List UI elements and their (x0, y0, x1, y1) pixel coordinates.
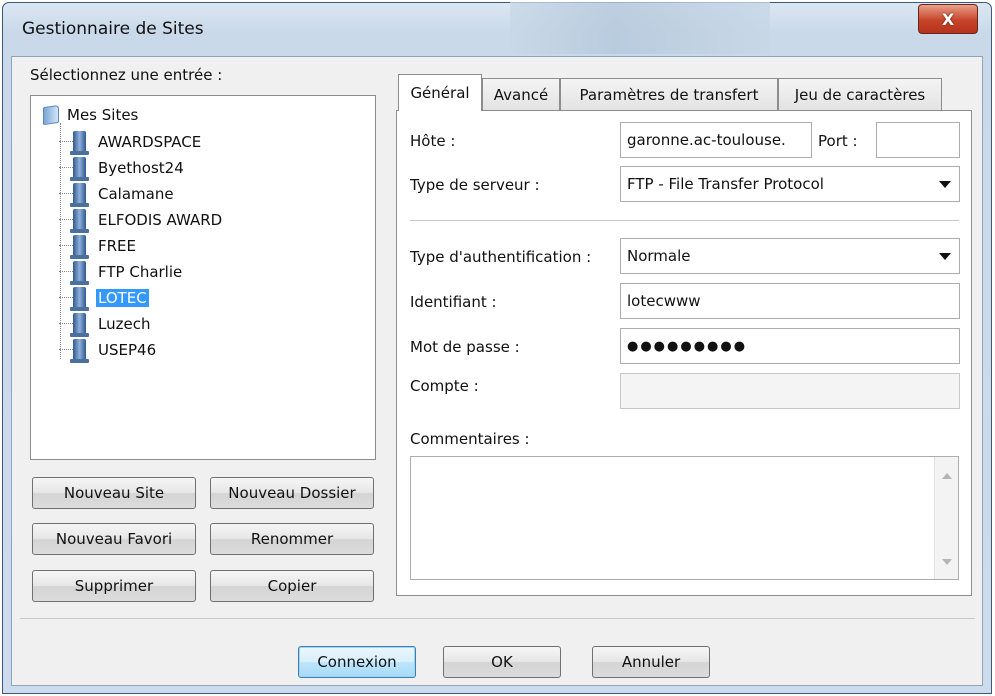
account-input (620, 373, 960, 409)
server-type-value: FTP - File Transfer Protocol (627, 175, 824, 193)
tab-transfer-settings[interactable]: Paramètres de transfert (560, 78, 778, 110)
auth-type-label: Type d'authentification : (410, 248, 592, 266)
username-label: Identifiant : (410, 293, 497, 311)
close-button[interactable]: X (918, 4, 978, 34)
tree-root[interactable]: Mes Sites (43, 104, 140, 126)
rename-button[interactable]: Renommer (210, 523, 374, 555)
scroll-down-icon[interactable] (942, 559, 952, 565)
server-icon (70, 235, 89, 259)
server-type-label: Type de serveur : (410, 176, 540, 194)
tree-item[interactable]: FREE (59, 234, 138, 259)
tree-item[interactable]: LOTEC (59, 286, 149, 311)
tree-item-label[interactable]: AWARDSPACE (96, 133, 203, 151)
tree-item-label[interactable]: Luzech (96, 315, 152, 333)
tree-connector (59, 349, 73, 350)
tree-connector (59, 219, 73, 220)
chevron-down-icon[interactable] (939, 253, 951, 260)
tree-connector (59, 193, 73, 194)
server-icon (70, 157, 89, 181)
tree-item-label[interactable]: Calamane (96, 185, 176, 203)
tree-item[interactable]: USEP46 (59, 338, 158, 363)
password-label: Mot de passe : (410, 338, 520, 356)
auth-type-value: Normale (627, 247, 691, 265)
tree-item-label[interactable]: LOTEC (96, 289, 149, 307)
cancel-button[interactable]: Annuler (592, 646, 710, 678)
host-label: Hôte : (410, 132, 456, 150)
chevron-down-icon[interactable] (939, 181, 951, 188)
tree-item[interactable]: ELFODIS AWARD (59, 208, 224, 233)
password-input[interactable]: ●●●●●●●●● (620, 328, 960, 364)
tab-advanced[interactable]: Avancé (482, 78, 560, 110)
background-window-glimpse (510, 2, 770, 54)
select-entry-label: Sélectionnez une entrée : (30, 66, 223, 84)
tree-item[interactable]: Luzech (59, 312, 152, 337)
tree-item-label[interactable]: USEP46 (96, 341, 158, 359)
server-icon (70, 261, 89, 285)
new-folder-button[interactable]: Nouveau Dossier (210, 477, 374, 509)
server-icon (70, 131, 89, 155)
server-icon (70, 287, 89, 311)
tree-item[interactable]: AWARDSPACE (59, 130, 203, 155)
server-icon (70, 209, 89, 233)
tree-connector (59, 141, 73, 142)
comments-textarea[interactable] (410, 456, 959, 580)
new-bookmark-button[interactable]: Nouveau Favori (32, 523, 196, 555)
scroll-up-icon[interactable] (942, 473, 952, 479)
site-tree[interactable]: Mes Sites AWARDSPACE Byethost24 Calamane EL… (30, 95, 376, 460)
server-icon (70, 183, 89, 207)
tree-connector (59, 167, 73, 168)
tree-connector (59, 297, 73, 298)
tree-connector (59, 245, 73, 246)
tab-general[interactable]: Général (398, 74, 482, 111)
tree-item[interactable]: Calamane (59, 182, 176, 207)
server-icon (70, 339, 89, 363)
window-title: Gestionnaire de Sites (22, 19, 204, 39)
tree-item[interactable]: FTP Charlie (59, 260, 184, 285)
account-label: Compte : (410, 377, 479, 395)
ok-button[interactable]: OK (443, 646, 561, 678)
auth-type-select[interactable]: Normale (620, 238, 960, 274)
tree-connector (59, 271, 73, 272)
comments-label: Commentaires : (410, 430, 530, 448)
tree-root-label[interactable]: Mes Sites (65, 106, 140, 124)
server-type-select[interactable]: FTP - File Transfer Protocol (620, 166, 960, 202)
host-input[interactable]: garonne.ac-toulouse. (620, 122, 812, 158)
tree-item-label[interactable]: ELFODIS AWARD (96, 211, 224, 229)
new-site-button[interactable]: Nouveau Site (32, 477, 196, 509)
tree-connector (59, 323, 73, 324)
divider (410, 220, 959, 221)
footer-divider (20, 618, 975, 619)
comments-scrollbar[interactable] (934, 457, 958, 579)
tab-charset[interactable]: Jeu de caractères (778, 78, 942, 110)
delete-button[interactable]: Supprimer (32, 570, 196, 602)
tree-connector-line (60, 123, 61, 359)
connect-button[interactable]: Connexion (298, 646, 416, 678)
tree-item-label[interactable]: Byethost24 (96, 159, 186, 177)
port-label: Port : (818, 132, 858, 150)
server-icon (70, 313, 89, 337)
tree-item-label[interactable]: FREE (96, 237, 138, 255)
username-input[interactable]: lotecwww (620, 283, 960, 319)
tree-item[interactable]: Byethost24 (59, 156, 186, 181)
close-icon[interactable]: X (942, 10, 954, 29)
tree-item-label[interactable]: FTP Charlie (96, 263, 184, 281)
copy-button[interactable]: Copier (210, 570, 374, 602)
port-input[interactable] (876, 122, 960, 158)
folder-icon (43, 104, 59, 126)
